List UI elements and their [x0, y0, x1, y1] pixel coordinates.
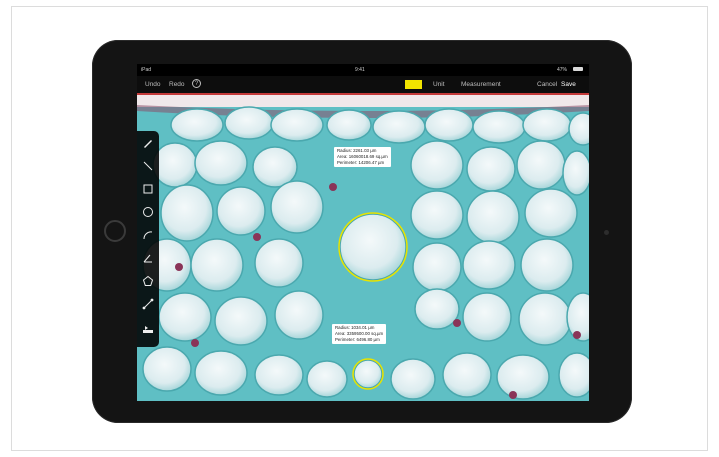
measurement-overlay	[338, 212, 408, 390]
cancel-button[interactable]: Cancel	[537, 81, 557, 88]
battery-icon	[573, 67, 583, 71]
measurement-circle-small[interactable]	[352, 358, 384, 390]
pen-tool-icon[interactable]	[140, 135, 156, 151]
measurement-button[interactable]: Measurement	[461, 81, 501, 88]
measurement-circle-large[interactable]	[338, 212, 408, 282]
time-label: 9:41	[355, 67, 365, 73]
undo-button[interactable]: Undo	[145, 81, 161, 88]
drawing-tool-palette	[137, 131, 159, 347]
unit-button[interactable]: Unit	[433, 81, 445, 88]
status-bar: iPad 9:41 47%	[137, 64, 589, 76]
line-tool-icon[interactable]	[140, 158, 156, 174]
home-button[interactable]	[104, 220, 126, 242]
scale-tool-icon[interactable]	[140, 321, 156, 337]
perimeter-text: Perimeter: 6496.80 µm	[335, 337, 380, 342]
circle-tool-icon[interactable]	[140, 204, 156, 220]
rectangle-tool-icon[interactable]	[140, 181, 156, 197]
color-swatch-button[interactable]	[405, 80, 422, 89]
top-toolbar: Undo Redo ? Unit Measurement Cancel Save	[137, 76, 589, 95]
polygon-tool-icon[interactable]	[140, 273, 156, 289]
save-button[interactable]: Save	[561, 81, 576, 88]
device-label: iPad	[141, 67, 152, 73]
micrograph-image[interactable]: Radius: 2261.03 µm Area: 16060018.69 sq.…	[137, 95, 589, 401]
angle-tool-icon[interactable]	[140, 250, 156, 266]
app-screen: iPad 9:41 47% Undo Redo ? Unit Measureme…	[137, 64, 589, 401]
question-circle-icon[interactable]: ?	[192, 79, 201, 88]
measurement-label-large: Radius: 2261.03 µm Area: 16060018.69 sq.…	[334, 147, 391, 167]
battery-label: 47%	[557, 67, 568, 73]
arc-tool-icon[interactable]	[140, 227, 156, 243]
point-tool-icon[interactable]	[140, 296, 156, 312]
measurement-label-small: Radius: 1034.01 µm Area: 3359500.00 sq.µ…	[332, 324, 387, 344]
redo-button[interactable]: Redo	[169, 81, 185, 88]
perimeter-text: Perimeter: 14206.47 µm	[337, 160, 385, 165]
camera-icon	[604, 230, 609, 235]
